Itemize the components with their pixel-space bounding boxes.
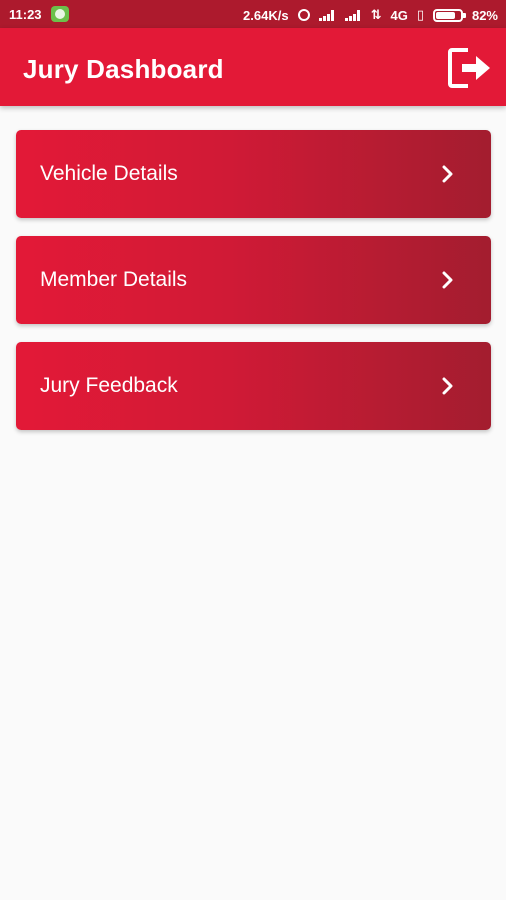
jury-feedback-card[interactable]: Jury Feedback <box>16 342 491 430</box>
status-right-group: 2.64K/s ⇅ 4G ▯ 82% <box>243 7 498 23</box>
battery-percent: 82% <box>471 7 498 23</box>
dashboard-menu: Vehicle Details Member Details Jury Feed… <box>16 130 491 448</box>
app-bar: Jury Dashboard <box>0 28 506 106</box>
vibrate-icon: ▯ <box>416 7 424 22</box>
vehicle-details-card[interactable]: Vehicle Details <box>16 130 491 218</box>
menu-item-label: Vehicle Details <box>40 162 178 185</box>
signal-icon <box>344 9 362 21</box>
jury-dashboard-screen: 11:23 2.64K/s ⇅ 4G ▯ 82% Jury Dashboard <box>0 0 506 900</box>
chevron-right-icon <box>442 377 453 395</box>
signal-icon <box>318 9 336 21</box>
status-bar: 11:23 2.64K/s ⇅ 4G ▯ 82% <box>0 0 506 28</box>
chevron-right-icon <box>442 165 453 183</box>
network-speed: 2.64K/s <box>243 7 289 23</box>
data-arrows-icon: ⇅ <box>370 7 382 22</box>
battery-icon <box>432 8 466 22</box>
alarm-icon <box>297 9 310 21</box>
menu-item-label: Jury Feedback <box>40 374 178 397</box>
member-details-card[interactable]: Member Details <box>16 236 491 324</box>
status-time: 11:23 <box>9 7 42 22</box>
chevron-right-icon <box>442 271 453 289</box>
page-title: Jury Dashboard <box>23 54 224 84</box>
network-type: 4G <box>390 7 408 23</box>
logout-button[interactable] <box>444 44 492 92</box>
whatsapp-icon <box>51 6 69 22</box>
menu-item-label: Member Details <box>40 268 188 291</box>
logout-icon <box>448 48 490 88</box>
